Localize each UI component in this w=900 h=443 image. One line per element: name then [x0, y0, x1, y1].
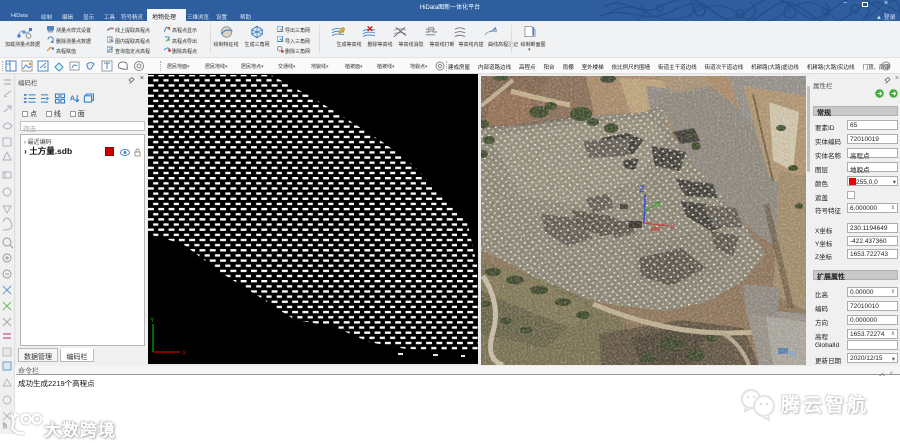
svg-text:X: X	[182, 350, 187, 357]
svg-text:Y: Y	[150, 317, 155, 324]
svg-text:A: A	[493, 27, 497, 33]
svg-text:A: A	[70, 93, 76, 102]
